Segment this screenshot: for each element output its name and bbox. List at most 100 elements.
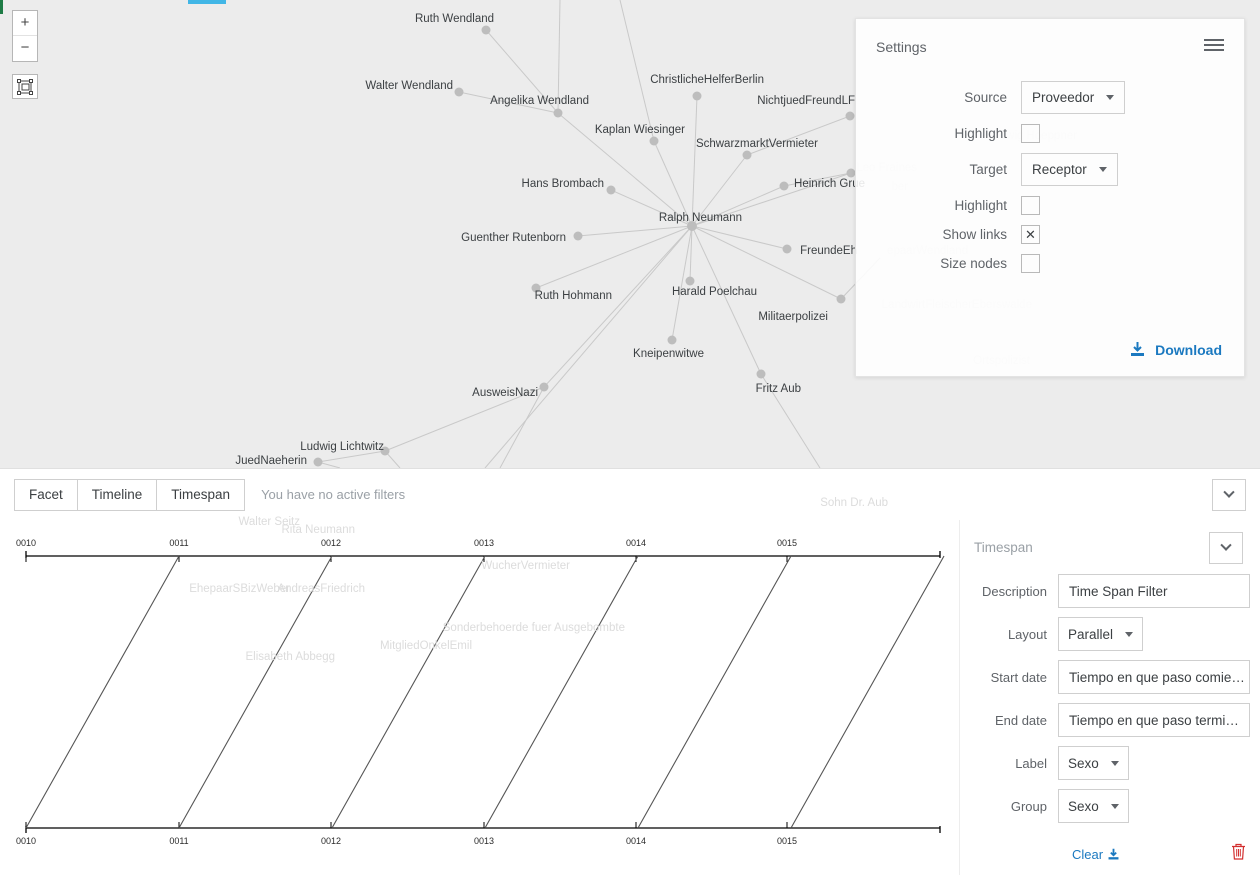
timespan-collapse-button[interactable] [1209, 532, 1243, 564]
settings-checkbox[interactable] [1021, 254, 1040, 273]
download-icon [1131, 342, 1145, 356]
timespan-chart-svg: 0010 0011 0012 0013 0014 0015 0010 0011 0012 0013… [16, 538, 945, 846]
timespan-line[interactable] [25, 555, 180, 829]
settings-select-value: Proveedor [1032, 90, 1095, 105]
graph-node-label[interactable]: JuedNaeherin [235, 455, 307, 467]
settings-row: Source Proveedor [856, 81, 1244, 114]
download-label: Download [1155, 341, 1222, 358]
clear-label: Clear [1072, 846, 1104, 862]
timespan-line[interactable] [484, 555, 639, 829]
chart-tick-label: 0010 [16, 836, 36, 846]
timespan-field-label: Description [981, 583, 1047, 599]
settings-panel: Settings Source Proveedor Highlight Target R… [855, 18, 1245, 377]
settings-row: Show links ✕ [856, 225, 1244, 244]
chart-tick-label: 0011 [169, 836, 188, 846]
graph-node-label[interactable]: Kneipenwitwe [633, 348, 704, 360]
settings-select[interactable]: Proveedor [1021, 81, 1126, 114]
graph-node-label[interactable]: Fritz Aub [756, 383, 801, 395]
graph-node-label[interactable]: Ruth Hohmann [535, 290, 612, 302]
graph-node-label[interactable]: Guenther Rutenborn [461, 232, 566, 244]
trash-icon [1232, 843, 1245, 860]
chevron-down-icon [1220, 539, 1232, 551]
graph-node-label[interactable]: NichtjuedFreundLF [757, 95, 855, 107]
timespan-line[interactable] [790, 555, 945, 829]
chart-tick-label: 0014 [626, 836, 646, 846]
chevron-down-icon [1125, 631, 1134, 637]
settings-row: Highlight [856, 196, 1244, 215]
timespan-field-row: Label Sexo [960, 746, 1260, 780]
graph-node-label[interactable]: AusweisNazi [472, 387, 538, 399]
zoom-out-button[interactable]: − [13, 36, 37, 61]
timespan-field-label: Label [1015, 755, 1047, 771]
settings-row: Highlight [856, 124, 1244, 143]
timespan-select[interactable]: Sexo [1058, 746, 1129, 780]
timespan-line[interactable] [637, 555, 792, 829]
timespan-field-label: End date [994, 712, 1047, 728]
timespan-text-input[interactable]: Time Span Filter [1058, 574, 1250, 608]
timespan-field-row: End date Tiempo en que paso termi… [960, 703, 1260, 737]
chevron-down-icon [1106, 95, 1115, 100]
timespan-select[interactable]: Parallel [1058, 617, 1144, 651]
timespan-line[interactable] [331, 555, 486, 829]
timespan-field-label: Layout [1007, 626, 1047, 642]
timespan-panel-title: Timespan [974, 540, 1033, 555]
chevron-down-icon [1098, 167, 1107, 172]
settings-title: Settings [876, 39, 927, 55]
filter-button-facet[interactable]: Facet [14, 478, 78, 511]
settings-row: Size nodes [856, 254, 1244, 273]
settings-select-value: Receptor [1032, 162, 1087, 177]
timespan-field-row: Group Sexo [960, 789, 1260, 823]
timespan-field-row: Description Time Span Filter [960, 574, 1260, 608]
status-edge-marker [0, 0, 3, 14]
graph-node-label[interactable]: Kaplan Wiesinger [595, 124, 685, 136]
chart-tick-label: 0014 [626, 538, 646, 548]
settings-row-label: Source [964, 90, 1007, 105]
chevron-down-icon [1110, 760, 1119, 766]
zoom-in-button[interactable]: + [13, 11, 37, 36]
chart-tick-label: 0015 [777, 538, 797, 548]
chevron-down-icon [1223, 486, 1235, 498]
timespan-text-input[interactable]: Tiempo en que paso comie… [1058, 660, 1250, 694]
graph-node-label[interactable]: SchwarzmarktVermieter [696, 138, 818, 150]
chart-tick-label: 0015 [777, 836, 797, 846]
settings-row-label: Show links [942, 227, 1007, 242]
settings-checkbox[interactable] [1021, 124, 1040, 143]
chevron-down-icon [1110, 803, 1119, 809]
graph-node-label[interactable]: Hans Brombach [522, 178, 604, 190]
graph-node-label[interactable]: ChristlicheHelferBerlin [650, 74, 764, 86]
download-button[interactable]: Download [1129, 341, 1222, 358]
timespan-text-input[interactable]: Tiempo en que paso termi… [1058, 703, 1250, 737]
fit-to-screen-button[interactable] [12, 74, 38, 99]
zoom-controls[interactable]: + − [12, 10, 38, 62]
chart-tick-label: 0013 [474, 538, 494, 548]
graph-node-label[interactable]: Walter Wendland [365, 80, 453, 92]
timespan-select-value: Parallel [1068, 626, 1114, 642]
timespan-field-row: Layout Parallel [960, 617, 1260, 651]
timespan-select[interactable]: Sexo [1058, 789, 1129, 823]
timespan-chart[interactable]: 0010 0011 0012 0013 0014 0015 0010 0011 0012 0013… [0, 520, 960, 875]
settings-select[interactable]: Receptor [1021, 153, 1118, 186]
chart-tick-label: 0012 [321, 538, 341, 548]
timespan-line[interactable] [178, 555, 333, 829]
delete-filter-button[interactable] [1231, 843, 1246, 865]
graph-node-label[interactable]: Angelika Wendland [490, 95, 589, 107]
chart-tick-label: 0011 [169, 538, 188, 548]
active-filters-status: You have no active filters [261, 487, 406, 502]
settings-row-label: Highlight [954, 198, 1007, 213]
filter-button-timeline[interactable]: Timeline [76, 478, 158, 511]
timespan-select-value: Sexo [1068, 755, 1099, 771]
filter-button-timespan[interactable]: Timespan [156, 478, 246, 511]
graph-node-label[interactable]: Harald Poelchau [672, 286, 757, 298]
graph-node-label[interactable]: Ludwig Lichtwitz [300, 441, 384, 453]
graph-node-label[interactable]: FreundeEh [800, 245, 857, 257]
settings-checkbox[interactable] [1021, 196, 1040, 215]
graph-node-label[interactable]: Ruth Wendland [415, 13, 494, 25]
hamburger-icon[interactable] [1204, 36, 1224, 54]
active-tab-indicator [188, 0, 226, 4]
filterbar-collapse-button[interactable] [1212, 478, 1246, 511]
clear-button[interactable]: Clear [1072, 847, 1120, 862]
graph-node-label[interactable]: Militaerpolizei [758, 311, 828, 323]
graph-node-label[interactable]: Ralph Neumann [659, 212, 742, 224]
timespan-footer: Clear [960, 843, 1260, 865]
settings-checkbox[interactable]: ✕ [1021, 225, 1040, 244]
